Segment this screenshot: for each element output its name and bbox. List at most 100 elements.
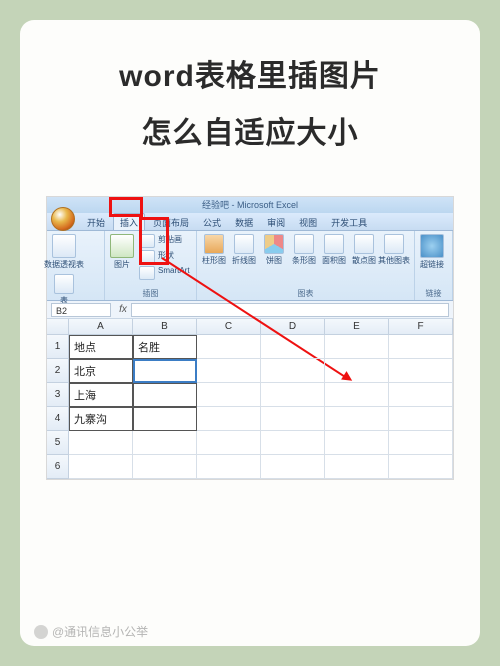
pivot-table-button[interactable]: 数据透视表 <box>51 234 77 270</box>
rowh-1[interactable]: 1 <box>47 335 69 359</box>
cell-B6[interactable] <box>133 455 197 479</box>
row-6: 6 <box>47 455 453 479</box>
watermark: @通讯信息小公举 <box>34 623 148 640</box>
smartart-button[interactable] <box>139 266 155 280</box>
cell-A4[interactable]: 九寨沟 <box>69 407 133 431</box>
window-titlebar: 经验吧 - Microsoft Excel <box>47 197 453 213</box>
cell-F4[interactable] <box>389 407 453 431</box>
cell-C3[interactable] <box>197 383 261 407</box>
rowh-2[interactable]: 2 <box>47 359 69 383</box>
col-C[interactable]: C <box>197 319 261 335</box>
group-links-label: 链接 <box>419 287 448 299</box>
cell-A2[interactable]: 北京 <box>69 359 133 383</box>
cell-A3[interactable]: 上海 <box>69 383 133 407</box>
other-charts-button[interactable]: 其他图表 <box>381 234 407 266</box>
cell-B4[interactable] <box>133 407 197 431</box>
rowh-6[interactable]: 6 <box>47 455 69 479</box>
cell-F5[interactable] <box>389 431 453 455</box>
cell-C5[interactable] <box>197 431 261 455</box>
row-5: 5 <box>47 431 453 455</box>
cell-A5[interactable] <box>69 431 133 455</box>
row-2: 2 北京 <box>47 359 453 383</box>
table-button[interactable]: 表 <box>51 274 77 306</box>
ribbon: 数据透视表 表 表 图片 剪贴画 形状 <box>47 231 453 301</box>
formula-input[interactable] <box>131 303 449 317</box>
col-B[interactable]: B <box>133 319 197 335</box>
cell-D5[interactable] <box>261 431 325 455</box>
cell-B1[interactable]: 名胜 <box>133 335 197 359</box>
cell-D2[interactable] <box>261 359 325 383</box>
tab-page-layout[interactable]: 页面布局 <box>147 214 195 230</box>
cell-A1[interactable]: 地点 <box>69 335 133 359</box>
cell-E1[interactable] <box>325 335 389 359</box>
cell-D6[interactable] <box>261 455 325 479</box>
cell-E4[interactable] <box>325 407 389 431</box>
watermark-text: @通讯信息小公举 <box>52 623 148 640</box>
tab-review[interactable]: 审阅 <box>261 214 291 230</box>
office-button[interactable] <box>51 207 75 231</box>
cell-C2[interactable] <box>197 359 261 383</box>
cell-E2[interactable] <box>325 359 389 383</box>
watermark-icon <box>34 625 48 639</box>
cell-A6[interactable] <box>69 455 133 479</box>
group-illustrations: 图片 剪贴画 形状 SmartArt <box>105 231 197 300</box>
clipart-button[interactable] <box>139 234 155 248</box>
group-links: 超链接 链接 <box>415 231 453 300</box>
scatter-chart-button[interactable]: 散点图 <box>351 234 377 266</box>
page-title: word表格里插图片 怎么自适应大小 <box>42 48 458 162</box>
col-E[interactable]: E <box>325 319 389 335</box>
spreadsheet-grid: A B C D E F 1 地点 名胜 2 北京 <box>47 319 453 479</box>
row-4: 4 九寨沟 <box>47 407 453 431</box>
row-3: 3 上海 <box>47 383 453 407</box>
tab-view[interactable]: 视图 <box>293 214 323 230</box>
tab-home[interactable]: 开始 <box>81 214 111 230</box>
rowh-3[interactable]: 3 <box>47 383 69 407</box>
column-chart-button[interactable]: 柱形图 <box>201 234 227 266</box>
hyperlink-button[interactable]: 超链接 <box>419 234 445 270</box>
cell-C4[interactable] <box>197 407 261 431</box>
shapes-button[interactable] <box>139 250 155 264</box>
ribbon-tabs: 开始 插入 页面布局 公式 数据 审阅 视图 开发工具 <box>47 213 453 231</box>
column-headers: A B C D E F <box>47 319 453 335</box>
cell-E3[interactable] <box>325 383 389 407</box>
group-illustrations-label: 插图 <box>109 287 192 299</box>
cell-D4[interactable] <box>261 407 325 431</box>
line-chart-button[interactable]: 折线图 <box>231 234 257 266</box>
cell-B3[interactable] <box>133 383 197 407</box>
cell-E5[interactable] <box>325 431 389 455</box>
screenshot: 经验吧 - Microsoft Excel 开始 插入 页面布局 公式 数据 审… <box>46 196 454 480</box>
select-all-corner[interactable] <box>47 319 69 335</box>
area-chart-button[interactable]: 面积图 <box>321 234 347 266</box>
title-line-2: 怎么自适应大小 <box>42 105 458 162</box>
cell-F1[interactable] <box>389 335 453 359</box>
tab-formulas[interactable]: 公式 <box>197 214 227 230</box>
cell-B2[interactable] <box>133 359 197 383</box>
tab-data[interactable]: 数据 <box>229 214 259 230</box>
bar-chart-button[interactable]: 条形图 <box>291 234 317 266</box>
rowh-5[interactable]: 5 <box>47 431 69 455</box>
cell-B5[interactable] <box>133 431 197 455</box>
cell-F6[interactable] <box>389 455 453 479</box>
cell-C6[interactable] <box>197 455 261 479</box>
group-tables: 数据透视表 表 表 <box>47 231 105 300</box>
picture-button[interactable]: 图片 <box>109 234 135 270</box>
group-charts-label: 图表 <box>201 287 410 299</box>
cell-D3[interactable] <box>261 383 325 407</box>
cell-C1[interactable] <box>197 335 261 359</box>
group-charts: 柱形图 折线图 饼图 条形图 面积图 散点图 其他图表 图表 <box>197 231 415 300</box>
title-line-1: word表格里插图片 <box>42 48 458 105</box>
tab-developer[interactable]: 开发工具 <box>325 214 373 230</box>
card: word表格里插图片 怎么自适应大小 经验吧 - Microsoft Excel… <box>20 20 480 646</box>
cell-F3[interactable] <box>389 383 453 407</box>
name-box[interactable]: B2 <box>51 303 111 317</box>
cell-E6[interactable] <box>325 455 389 479</box>
cell-F2[interactable] <box>389 359 453 383</box>
tab-insert[interactable]: 插入 <box>113 213 145 230</box>
col-A[interactable]: A <box>69 319 133 335</box>
pie-chart-button[interactable]: 饼图 <box>261 234 287 266</box>
row-1: 1 地点 名胜 <box>47 335 453 359</box>
fx-icon[interactable]: fx <box>115 304 131 315</box>
rowh-4[interactable]: 4 <box>47 407 69 431</box>
cell-D1[interactable] <box>261 335 325 359</box>
col-F[interactable]: F <box>389 319 453 335</box>
